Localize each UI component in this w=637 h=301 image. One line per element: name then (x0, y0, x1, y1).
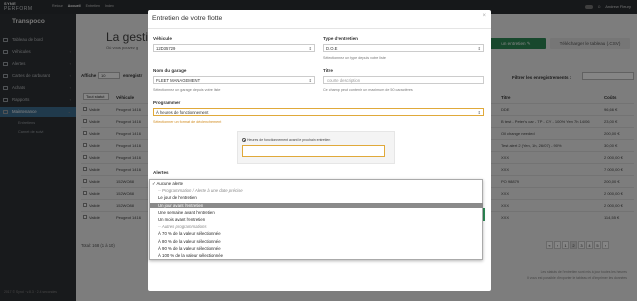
dropdown-option[interactable]: À 90 % de la valeur sélectionnée (150, 246, 483, 252)
select-arrow-icon: ⇕ (477, 46, 481, 51)
dropdown-option[interactable]: À 70 % de la valeur sélectionnée (150, 231, 483, 237)
maintenance-modal: Entretien de votre flotte × Véhicule 12D… (148, 10, 491, 291)
alerts-label: Alertes (153, 170, 169, 175)
hours-radio[interactable] (242, 138, 246, 142)
dropdown-option[interactable]: Un jour avant l'entretien (150, 202, 483, 209)
select-arrow-icon: ⇕ (308, 46, 312, 51)
type-select[interactable]: D.O.E ⇕ (323, 44, 484, 52)
type-label: Type d'entretien (323, 36, 358, 41)
select-arrow-icon: ⇕ (477, 110, 481, 115)
hours-panel: Heures de fonctionnement avant le procha… (237, 131, 395, 164)
vehicle-select[interactable]: 12D35729 ⇕ (153, 44, 315, 52)
dropdown-option[interactable]: À 80 % de la valeur sélectionnée (150, 239, 483, 245)
title-input[interactable]: courte description (323, 76, 484, 84)
title-help: Ce champ peut contenir un maximum de 50 … (323, 88, 413, 92)
modal-title: Entretien de votre flotte (152, 15, 223, 22)
hours-radio-label: Heures de fonctionnement avant le procha… (247, 138, 331, 142)
modal-divider (148, 28, 491, 29)
garage-help: Sélectionnez un garage depuis votre list… (153, 88, 221, 92)
type-help: Sélectionnez un type depuis votre liste (323, 56, 386, 60)
dropdown-group-label: -- Autres programmations (158, 224, 207, 230)
dropdown-option[interactable]: Une semaine avant l'entretien (150, 210, 483, 216)
dropdown-option[interactable]: Le jour de l'entretien (150, 195, 483, 201)
program-help: Sélectionner un format de déclenchement (153, 120, 222, 124)
dropdown-group-label: -- Programmation / Alerte à une date pré… (158, 188, 243, 194)
program-select[interactable]: À heures de fonctionnement ⇕ (153, 108, 484, 116)
alerts-dropdown[interactable]: ✓ Aucune alerte -- Programmation / Alerte… (149, 179, 483, 260)
dropdown-option[interactable]: ✓ Aucune alerte (150, 181, 483, 187)
garage-select[interactable]: FLEET MANAGEMENT ⇕ (153, 76, 315, 84)
hours-input[interactable] (242, 145, 385, 157)
dropdown-option[interactable]: Un mois avant l'entretien (150, 217, 483, 223)
title-label: Titre (323, 68, 333, 73)
dropdown-option[interactable]: À 100 % de la valeur sélectionnée (150, 253, 483, 259)
garage-label: Nom du garage (153, 68, 187, 73)
program-label: Programmer (153, 100, 181, 105)
close-icon[interactable]: × (482, 13, 486, 19)
vehicle-label: Véhicule (153, 36, 172, 41)
select-arrow-icon: ⇕ (308, 78, 312, 83)
